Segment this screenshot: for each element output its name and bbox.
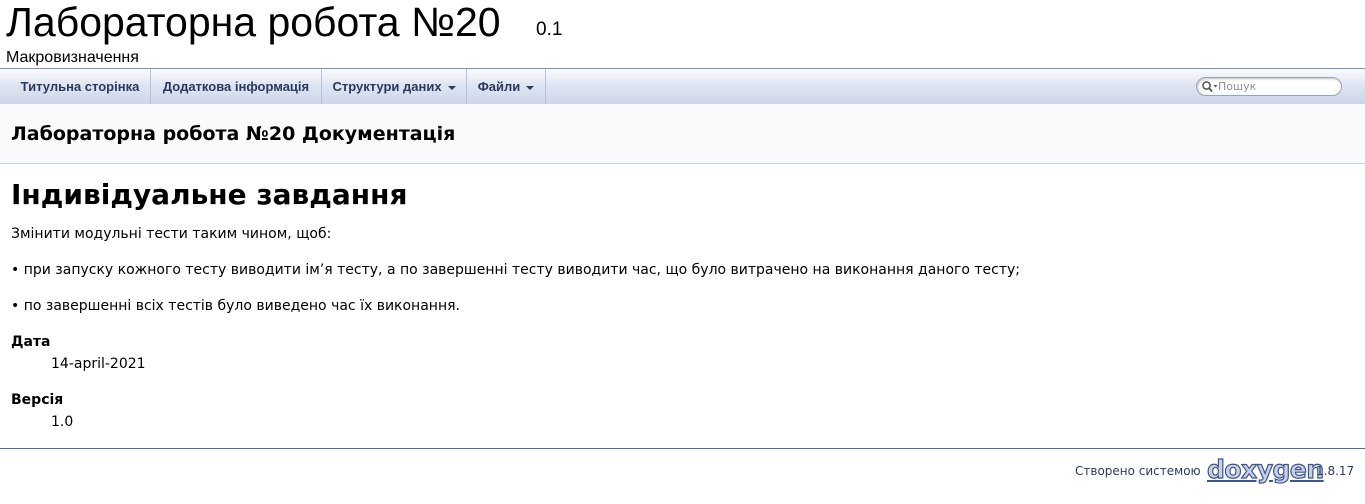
doxygen-logo[interactable]: doxygen [1206, 454, 1324, 486]
tab-label: Титульна сторінка [20, 79, 140, 94]
tab-label: Файли [477, 79, 521, 94]
chevron-down-icon [526, 85, 535, 90]
page-title: Лабораторна робота №20 Документація [11, 123, 456, 145]
section-heading: Індивідуальне завдання [11, 178, 408, 211]
tab-data-structures[interactable]: Структури даних [322, 69, 467, 104]
footer-generated-text: Створено системою [1075, 464, 1201, 478]
paragraph: Змінити модульні тести таким чином, щоб: [11, 226, 332, 242]
paragraph: • по завершенні всіх тестів було виведен… [11, 298, 460, 314]
page-header: Лабораторна робота №20 Документація [0, 104, 1365, 164]
field-label-version: Версія [11, 392, 64, 408]
project-number: 0.1 [536, 19, 563, 40]
doxygen-version: 1.8.17 [1316, 464, 1355, 478]
tab-main-page[interactable]: Титульна сторінка [10, 69, 151, 104]
project-brief: Макровизначення [6, 49, 139, 66]
search-box [1196, 77, 1342, 96]
paragraph: • при запуску кожного тесту виводити ім’… [11, 262, 1020, 278]
tab-label: Структури даних [332, 79, 442, 94]
field-value-date: 14-april-2021 [51, 356, 146, 372]
main-nav: Титульна сторінка Додаткова інформація С… [0, 68, 1365, 104]
footer-divider [0, 448, 1365, 449]
chevron-down-icon [447, 85, 456, 90]
tab-related-pages[interactable]: Додаткова інформація [151, 69, 322, 104]
title-area: Лабораторна робота №20 0.1 Макровизначен… [0, 0, 1365, 68]
search-input[interactable] [1218, 79, 1336, 94]
field-label-date: Дата [11, 334, 51, 350]
search-icon[interactable] [1201, 80, 1219, 94]
project-name: Лабораторна робота №20 [6, 0, 501, 45]
tab-label: Додаткова інформація [162, 79, 310, 94]
tab-files[interactable]: Файли [467, 69, 546, 104]
field-value-version: 1.0 [51, 414, 74, 430]
